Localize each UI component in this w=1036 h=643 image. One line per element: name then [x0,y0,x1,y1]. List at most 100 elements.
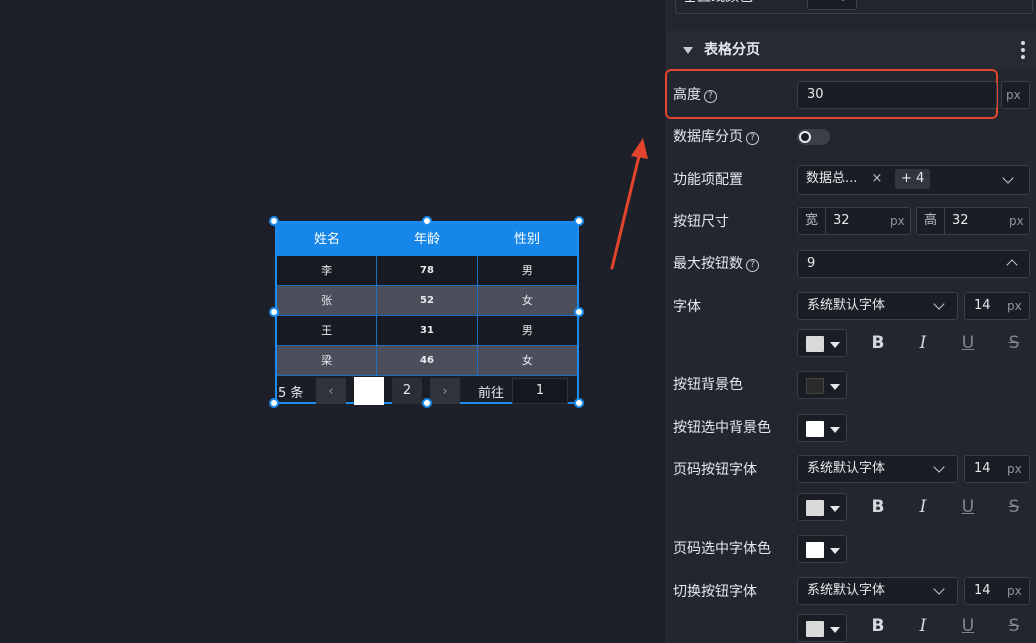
page-active-color-picker[interactable] [797,535,847,563]
button-bg-color-picker[interactable] [797,371,847,399]
chevron-down-icon [1002,172,1014,184]
features-select[interactable]: 数据总... × + 4 [797,165,1030,195]
goto-label: 前往 [478,385,505,401]
pagination-total: 5 条 [278,385,304,401]
vertical-line-color-picker[interactable] [807,0,857,10]
font-family-select[interactable]: 系统默认字体 [797,292,958,320]
vertical-line-color-row: 垂直线颜色 [667,0,1036,14]
switch-font-size-input[interactable]: 14 px [964,577,1030,605]
bold-icon[interactable]: B [868,333,888,353]
resize-handle-top-left[interactable] [269,216,279,226]
resize-handle-right[interactable] [574,307,584,317]
button-size-row: 按钮尺寸 宽 32 px 高 32 px [667,205,1036,239]
page-font-style-row: B I U S [667,490,1036,524]
color-swatch [806,621,824,637]
db-paging-label: 数据库分页? [673,120,759,154]
page-1-button[interactable] [354,377,384,405]
underline-icon[interactable]: U [958,333,978,353]
table-row: 李 78 男 [277,256,577,286]
table-cell: 王 [277,316,378,346]
font-color-picker[interactable] [797,329,847,357]
header-age: 年龄 [413,232,440,247]
resize-handle-bottom-left[interactable] [269,398,279,408]
table-row: 张 52 女 [277,286,577,316]
button-height-input[interactable]: 高 32 px [916,207,1030,235]
button-width-input[interactable]: 宽 32 px [797,207,911,235]
table-cell: 46 [377,346,478,376]
chevron-down-icon [933,298,945,310]
underline-icon[interactable]: U [958,616,978,636]
chevron-up-icon[interactable] [1006,259,1018,271]
button-active-bg-row: 按钮选中背景色 [667,411,1036,445]
page-active-color-row: 页码选中字体色 [667,532,1036,566]
button-active-bg-label: 按钮选中背景色 [673,420,771,436]
color-swatch [806,421,824,437]
collapse-triangle-icon [683,47,693,54]
header-name: 姓名 [313,232,340,247]
strikethrough-icon[interactable]: S [1004,497,1024,517]
font-style-row: B I U S [667,326,1036,360]
db-paging-row: 数据库分页? [667,120,1036,154]
height-unit: px [1001,81,1030,109]
table-widget[interactable]: 姓名 年龄 性别 李 78 男 张 52 女 王 31 男 梁 46 女 5 条… [275,221,579,405]
caret-down-icon [830,384,840,390]
table-cell: 梁 [277,346,378,376]
font-size-input[interactable]: 14 px [964,292,1030,320]
italic-icon[interactable]: I [913,616,933,636]
italic-icon[interactable]: I [913,333,933,353]
table-header: 姓名 年龄 性别 [277,223,577,256]
features-row: 功能项配置 数据总... × + 4 [667,163,1036,197]
caret-down-icon [830,342,840,348]
italic-icon[interactable]: I [913,497,933,517]
page-font-family-select[interactable]: 系统默认字体 [797,455,958,483]
bold-icon[interactable]: B [868,497,888,517]
font-label: 字体 [673,299,701,315]
caret-down-icon [830,506,840,512]
strikethrough-icon[interactable]: S [1004,616,1024,636]
table-cell: 女 [477,286,577,316]
help-icon[interactable]: ? [746,259,759,272]
pagination-section-header[interactable]: 表格分页 [667,30,1036,70]
switch-font-family-select[interactable]: 系统默认字体 [797,577,958,605]
resize-handle-top-right[interactable] [574,216,584,226]
width-prefix: 宽 [798,208,826,234]
resize-handle-bottom-right[interactable] [574,398,584,408]
color-swatch [806,542,824,558]
db-paging-toggle[interactable] [797,129,830,145]
height-input[interactable]: 30 [797,81,997,109]
page-font-label: 页码按钮字体 [673,462,757,478]
header-gender: 性别 [513,232,540,247]
table-cell: 李 [277,256,378,286]
page-2-button[interactable]: 2 [392,378,422,404]
prev-page-button[interactable]: ‹ [316,378,346,404]
goto-page-input[interactable]: 1 [512,378,569,404]
height-row: 高度? 30 px [667,78,1036,112]
chevron-right-icon: › [442,383,448,399]
strikethrough-icon[interactable]: S [1004,333,1024,353]
editor-canvas[interactable]: 姓名 年龄 性别 李 78 男 张 52 女 王 31 男 梁 46 女 5 条… [0,0,666,643]
underline-icon[interactable]: U [958,497,978,517]
help-icon[interactable]: ? [746,132,759,145]
switch-font-label: 切换按钮字体 [673,584,757,600]
bold-icon[interactable]: B [868,616,888,636]
table-cell: 男 [477,316,577,346]
resize-handle-top[interactable] [422,216,432,226]
chevron-down-icon [933,583,945,595]
close-icon[interactable]: × [872,171,883,186]
next-page-button[interactable]: › [430,378,460,404]
help-icon[interactable]: ? [704,90,717,103]
switch-font-color-picker[interactable] [797,614,847,642]
resize-handle-left[interactable] [269,307,279,317]
page-font-size-input[interactable]: 14 px [964,455,1030,483]
table-cell: 31 [377,316,478,346]
max-buttons-input[interactable]: 9 [797,250,1030,278]
table-cell: 78 [377,256,478,286]
more-vertical-icon[interactable] [1021,41,1025,59]
page-font-color-picker[interactable] [797,493,847,521]
annotation-arrow-icon [610,138,648,270]
resize-handle-bottom[interactable] [422,398,432,408]
table-cell: 男 [477,256,577,286]
table-row: 梁 46 女 [277,346,577,376]
chevron-left-icon: ‹ [328,383,334,399]
button-active-bg-color-picker[interactable] [797,414,847,442]
